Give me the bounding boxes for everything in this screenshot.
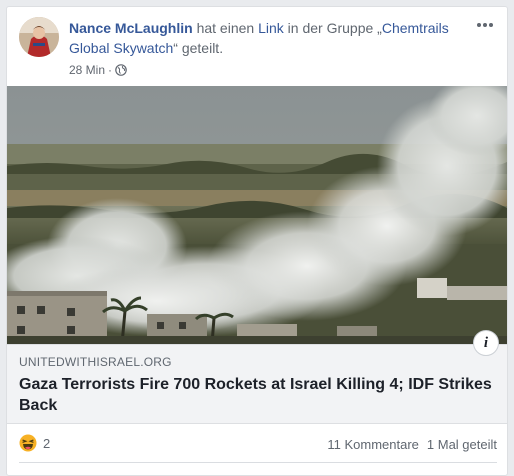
reaction-count: 2 xyxy=(43,435,51,451)
post-meta: 28 Min · xyxy=(69,63,127,77)
link-word-link[interactable]: Link xyxy=(258,20,284,36)
post-footer: 2 11 Kommentare 1 Mal geteilt xyxy=(19,424,497,464)
comments-count-link[interactable]: 11 Kommentare xyxy=(327,437,419,452)
reactions-summary[interactable]: 2 xyxy=(19,434,50,452)
haha-emoji-icon xyxy=(19,434,37,452)
info-icon[interactable]: i xyxy=(473,330,499,356)
more-horizontal-icon xyxy=(477,23,493,27)
footer-divider xyxy=(19,462,497,463)
link-preview-info[interactable]: UNITEDWITHISRAEL.ORG Gaza Terrorists Fir… xyxy=(7,330,507,424)
link-headline[interactable]: Gaza Terrorists Fire 700 Rockets at Isra… xyxy=(19,374,495,416)
action-middle-text: in der Gruppe „ xyxy=(283,20,382,36)
globe-icon[interactable] xyxy=(115,64,127,76)
more-options-button[interactable] xyxy=(473,13,497,37)
meta-separator: · xyxy=(108,63,113,77)
link-preview-image[interactable] xyxy=(7,86,507,344)
link-domain: UNITEDWITHISRAEL.ORG xyxy=(19,355,172,369)
post-card: Nance McLaughlin hat einen Link in der G… xyxy=(6,6,508,476)
author-avatar[interactable] xyxy=(19,17,59,57)
shares-count-link[interactable]: 1 Mal geteilt xyxy=(427,437,497,452)
post-timestamp[interactable]: 28 Min xyxy=(69,63,105,77)
action-suffix-text: “ geteilt. xyxy=(173,40,224,56)
post-attribution: Nance McLaughlin hat einen Link in der G… xyxy=(69,18,469,58)
post-header: Nance McLaughlin hat einen Link in der G… xyxy=(19,17,497,85)
avatar-image xyxy=(19,17,59,57)
author-name-link[interactable]: Nance McLaughlin xyxy=(69,20,193,36)
action-prefix-text: hat einen xyxy=(192,20,259,36)
smoke-landscape-photo xyxy=(7,86,507,344)
engagement-counts: 11 Kommentare 1 Mal geteilt xyxy=(327,437,497,452)
